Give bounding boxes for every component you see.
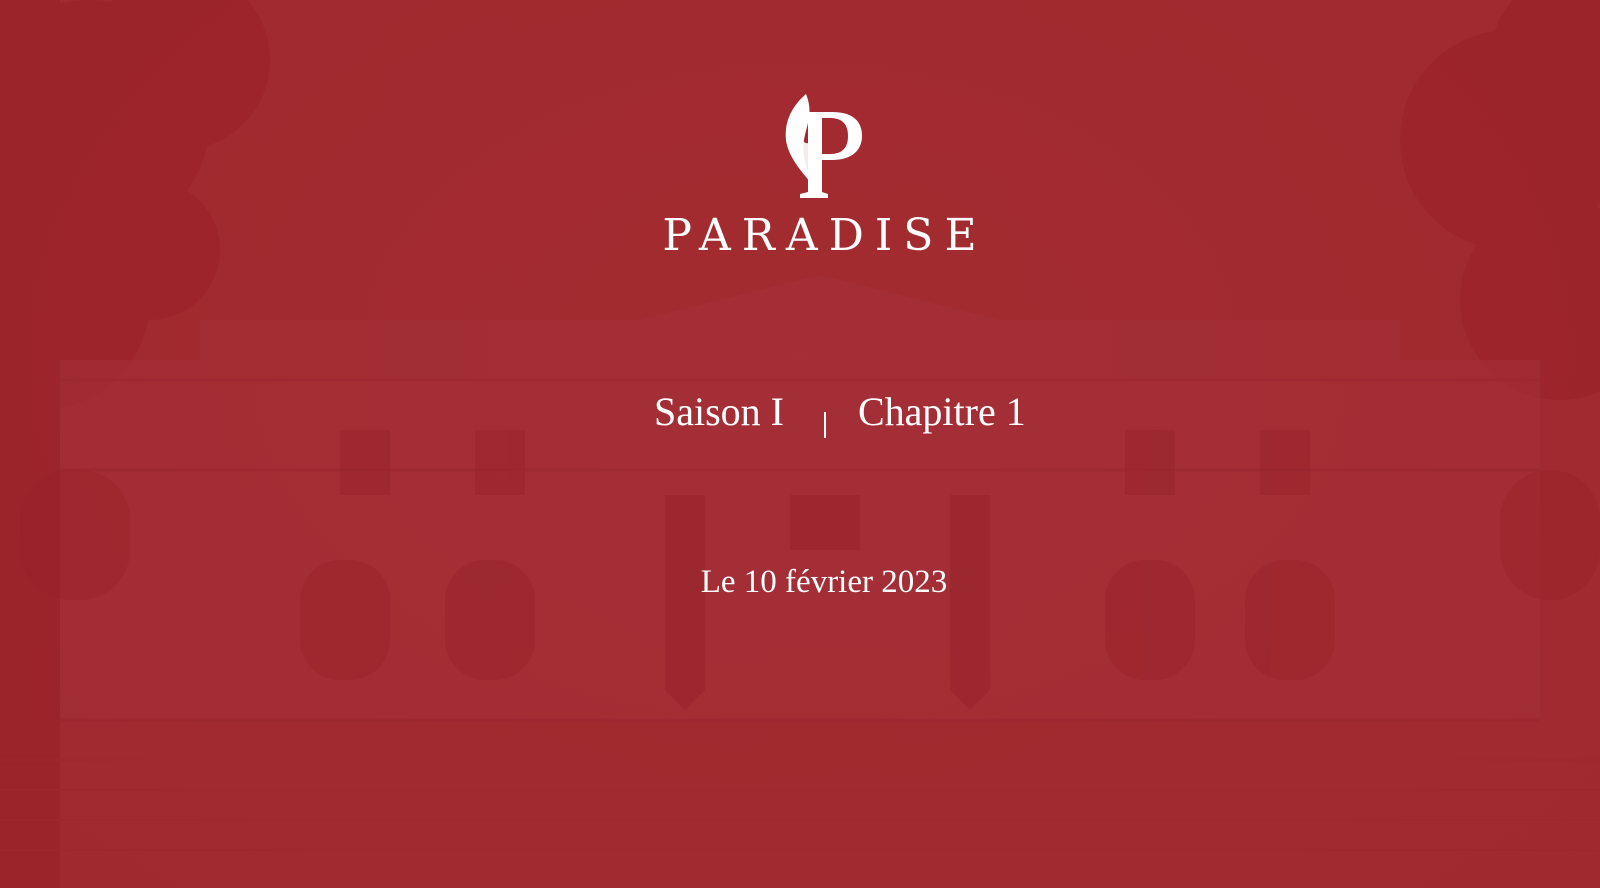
paradise-p-monogram-icon — [785, 94, 862, 198]
date-label: Le 10 février 2023 — [700, 564, 948, 600]
brand-name: PARADISE — [662, 210, 988, 261]
chapter-label: Chapitre 1 — [858, 389, 1026, 434]
separator — [824, 412, 826, 438]
episode-info: Saison I Chapitre 1 — [0, 392, 1600, 452]
season-label: Saison I — [654, 389, 784, 434]
paradise-logo: PARADISE — [660, 92, 990, 272]
title-slide: PARADISE Saison I Chapitre 1 Le 10 févri… — [0, 0, 1600, 888]
